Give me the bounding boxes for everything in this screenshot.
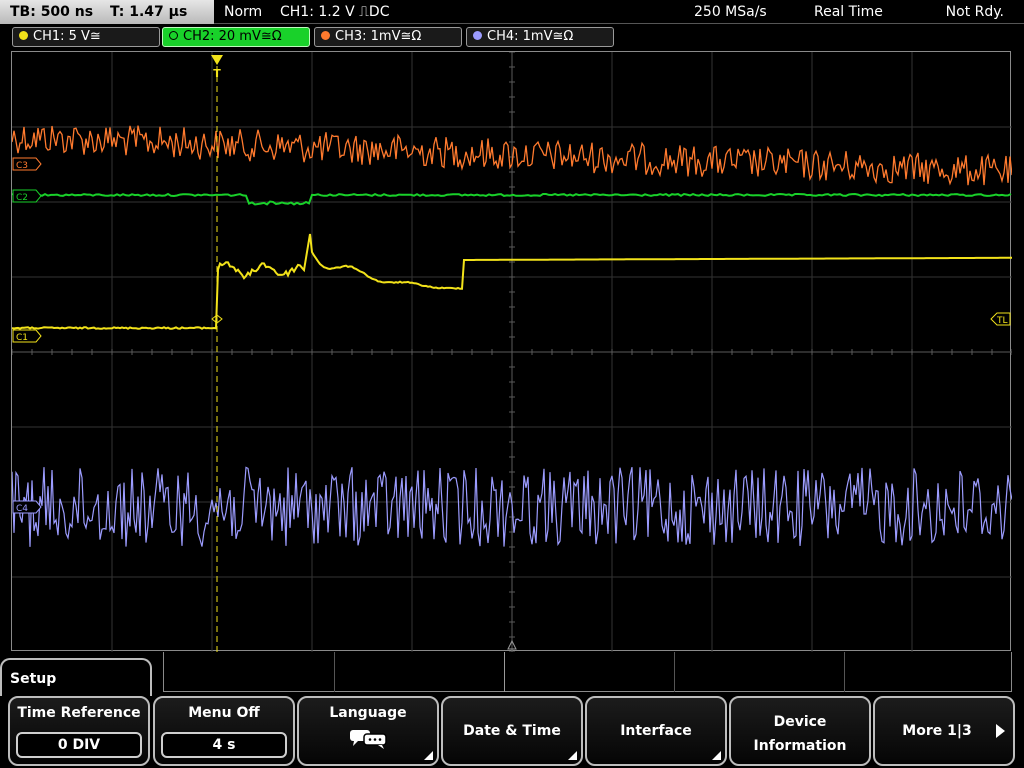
timebase-box[interactable]: TB: 500 ns T: 1.47 µs xyxy=(0,0,214,24)
acquisition-mode: Real Time xyxy=(814,4,883,20)
channel-3-label: CH3: 1mV≅Ω xyxy=(335,29,422,44)
channel-1-marker[interactable]: C1 xyxy=(12,329,42,343)
menu-off-label: Menu Off xyxy=(188,705,260,721)
channel-3-marker-label: C3 xyxy=(16,161,28,171)
trigger-time-value: T: 1.47 µs xyxy=(109,4,188,20)
channel-2-chip[interactable]: CH2: 20 mV≅Ω xyxy=(162,27,310,47)
channel-1-dot-icon xyxy=(19,31,28,40)
channel-4-label: CH4: 1mV≅Ω xyxy=(487,29,574,44)
submenu-indicator-icon xyxy=(424,751,433,760)
time-reference-button[interactable]: Time Reference 0 DIV xyxy=(8,696,150,766)
channel-4-dot-icon xyxy=(473,31,482,40)
channel-3-marker[interactable]: C3 xyxy=(12,157,42,171)
trigger-mode[interactable]: Norm xyxy=(224,0,262,24)
sample-rate: 250 MSa/s xyxy=(694,4,767,20)
top-divider xyxy=(214,23,1024,24)
interface-button[interactable]: Interface xyxy=(585,696,727,766)
channel-2-label: CH2: 20 mV≅Ω xyxy=(183,29,282,44)
channel-1-marker-label: C1 xyxy=(16,333,28,343)
channel-1-label: CH1: 5 V≅ xyxy=(33,29,101,44)
timebase-value: TB: 500 ns xyxy=(10,4,94,20)
menu-off-button[interactable]: Menu Off 4 s xyxy=(153,696,295,766)
info-cell xyxy=(504,652,505,692)
info-cell xyxy=(334,652,335,692)
submenu-indicator-icon xyxy=(568,751,577,760)
time-reference-value: 0 DIV xyxy=(16,732,142,758)
waveform-display[interactable]: T C3 C2 C1 C4 TL xyxy=(11,51,1012,652)
interface-label: Interface xyxy=(620,723,692,739)
date-time-button[interactable]: Date & Time xyxy=(441,696,583,766)
menu-title-tab: Setup xyxy=(0,658,152,698)
top-status-bar: TB: 500 ns T: 1.47 µs Norm CH1: 1.2 V ⎍D… xyxy=(0,0,1024,26)
trigger-position-label: T xyxy=(213,67,221,80)
channel-4-marker-label: C4 xyxy=(16,504,28,514)
softkey-bar: Time Reference 0 DIV Menu Off 4 s Langua… xyxy=(0,696,1024,768)
language-button[interactable]: Language xyxy=(297,696,439,766)
trigger-level-label: TL xyxy=(996,316,1008,326)
channel-4-chip[interactable]: CH4: 1mV≅Ω xyxy=(466,27,614,47)
channel-3-dot-icon xyxy=(321,31,330,40)
info-cell xyxy=(674,652,675,692)
next-page-arrow-icon xyxy=(996,724,1005,738)
language-icon xyxy=(350,730,387,749)
trigger-level-marker[interactable]: TL xyxy=(990,312,1011,326)
channel-2-dot-icon xyxy=(169,31,178,40)
channel-2-marker-label: C2 xyxy=(16,193,28,203)
menu-off-value: 4 s xyxy=(161,732,287,758)
submenu-indicator-icon xyxy=(712,751,721,760)
more-label: More 1|3 xyxy=(902,723,972,739)
channel-bar: CH1: 5 V≅ CH2: 20 mV≅Ω CH3: 1mV≅Ω CH4: 1… xyxy=(0,26,1024,48)
trigger-position-marker[interactable]: T xyxy=(211,55,223,80)
trigger-status: Not Rdy. xyxy=(945,4,1004,20)
date-time-label: Date & Time xyxy=(463,723,561,739)
info-cell xyxy=(844,652,845,692)
channel-1-chip[interactable]: CH1: 5 V≅ xyxy=(12,27,160,47)
channel-4-marker[interactable]: C4 xyxy=(12,500,42,514)
device-information-button[interactable]: Device Information xyxy=(729,696,871,766)
info-strip xyxy=(163,652,1012,692)
more-button[interactable]: More 1|3 xyxy=(873,696,1015,766)
channel-3-chip[interactable]: CH3: 1mV≅Ω xyxy=(314,27,462,47)
channel-2-marker[interactable]: C2 xyxy=(12,189,42,203)
time-reference-label: Time Reference xyxy=(17,705,141,721)
waveform-canvas: T C3 C2 C1 C4 TL xyxy=(12,52,1012,652)
device-information-label: Device Information xyxy=(753,714,847,754)
language-label: Language xyxy=(329,705,407,721)
trigger-info[interactable]: CH1: 1.2 V ⎍DC xyxy=(280,0,389,24)
